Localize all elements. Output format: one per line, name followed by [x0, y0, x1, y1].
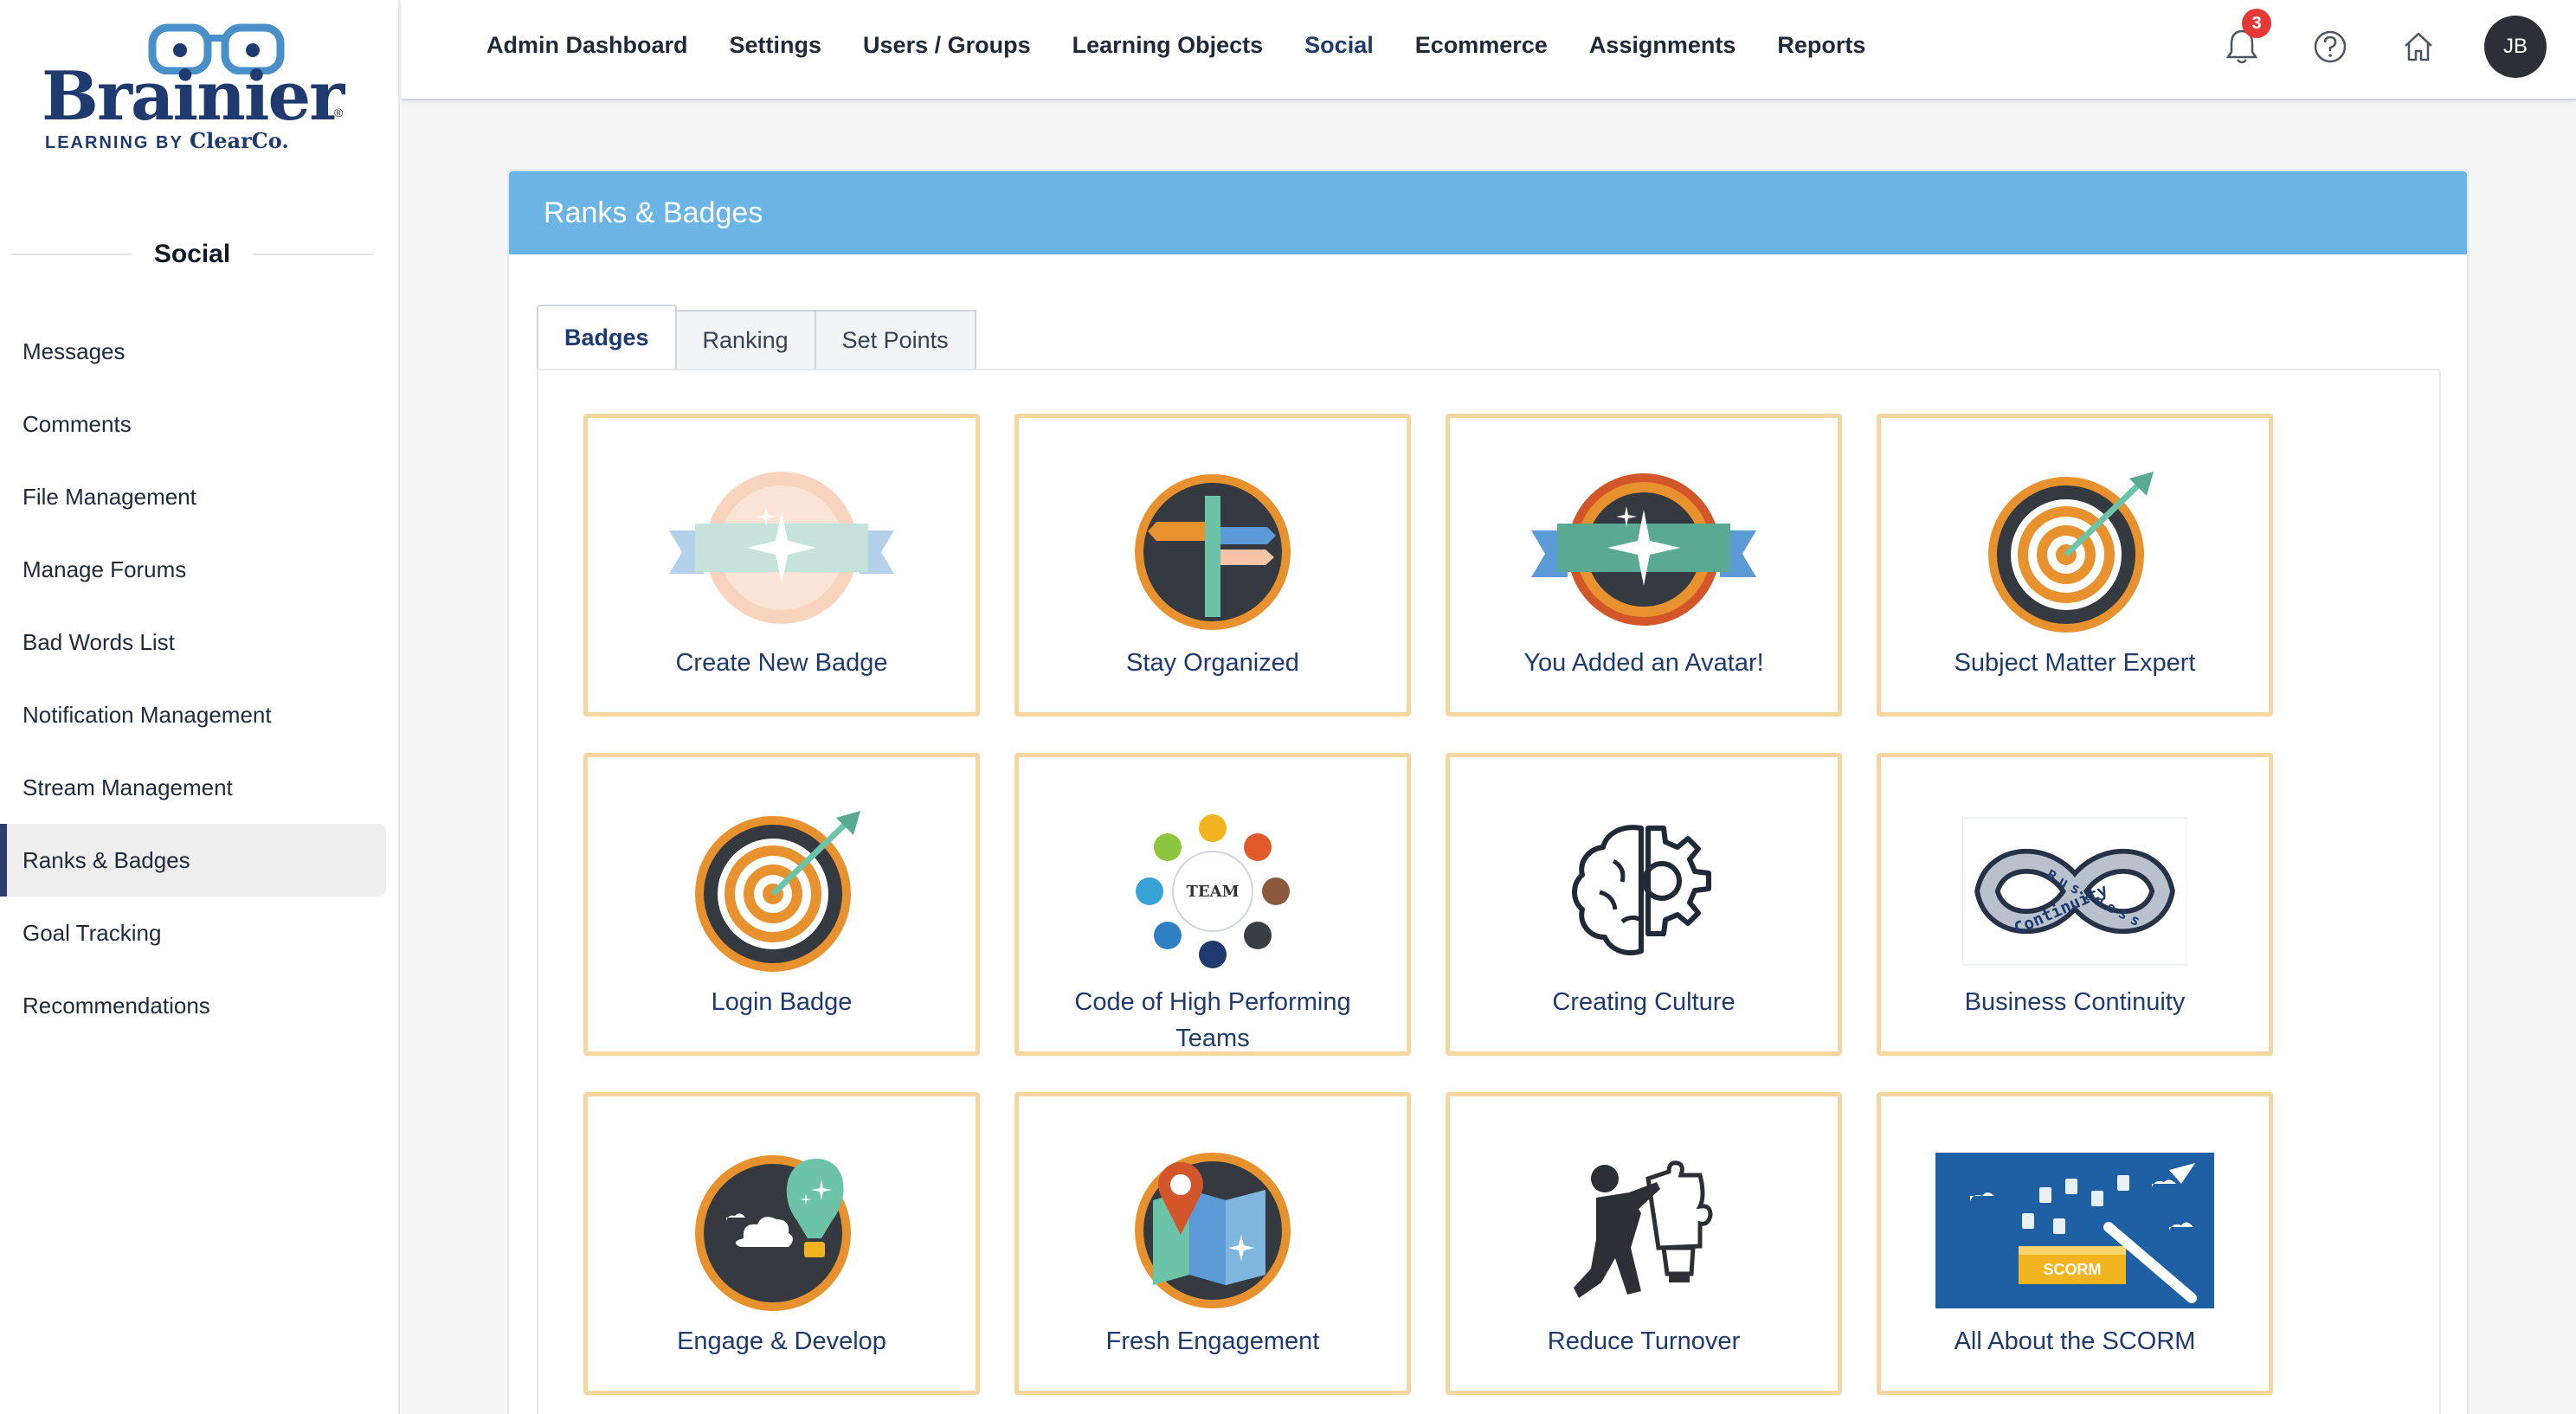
brand-name: Brainier [42, 57, 345, 136]
help-button[interactable] [2308, 24, 2353, 69]
target-arrow-icon [669, 809, 894, 974]
tab-set-points[interactable]: Set Points [815, 310, 976, 370]
signpost-icon [1100, 470, 1325, 634]
badge-label: Login Badge [711, 988, 853, 1016]
sidebar-item-recommendations[interactable]: Recommendations [0, 969, 386, 1042]
team-circle-icon: TEAM [1100, 809, 1325, 974]
scorm-icon: SCORM [1935, 1148, 2214, 1313]
sidebar-item-notification-management[interactable]: Notification Management [0, 678, 386, 751]
badge-card-all-about-the-scorm[interactable]: SCORM All About the SCORM [1877, 1092, 2273, 1395]
badge-label: Creating Culture [1552, 988, 1736, 1016]
sidebar-item-ranks-badges[interactable]: Ranks & Badges [0, 824, 386, 897]
brand-tagline: LEARNING BY ClearCo. [45, 128, 289, 153]
nav-ecommerce[interactable]: Ecommerce [1415, 32, 1548, 59]
balloon-icon [669, 1148, 894, 1313]
sidebar: Brainier ® LEARNING BY ClearCo. Social M… [0, 0, 400, 1414]
badge-label: Business Continuity [1964, 988, 2186, 1016]
badge-grid: Create New Badge Stay Organized You Adde… [583, 414, 2273, 1395]
badge-label: Create New Badge [675, 649, 888, 677]
sidebar-item-messages[interactable]: Messages [0, 315, 386, 388]
brain-gear-icon [1531, 809, 1756, 974]
map-pin-icon [1100, 1148, 1325, 1313]
home-button[interactable] [2396, 24, 2441, 69]
ranks-badges-panel: Ranks & Badges Badges Ranking Set Points [507, 170, 2469, 1414]
panel-title: Ranks & Badges [509, 171, 2467, 254]
top-bar: Admin Dashboard Settings Users / Groups … [402, 0, 2576, 100]
badge-label: Engage & Develop [677, 1327, 886, 1355]
badge-card-engage-develop[interactable]: Engage & Develop [583, 1092, 980, 1395]
tagline-text: LEARNING BY [45, 133, 184, 152]
sidebar-item-bad-words-list[interactable]: Bad Words List [0, 606, 386, 678]
badge-label: You Added an Avatar! [1523, 649, 1764, 677]
sidebar-heading-label: Social [153, 240, 231, 268]
notifications-button[interactable]: 3 [2219, 9, 2271, 69]
nav-assignments[interactable]: Assignments [1589, 32, 1736, 59]
puzzle-person-icon [1531, 1148, 1756, 1313]
tagline-brand: ClearCo. [189, 128, 289, 153]
target-arrow-icon [1962, 470, 2187, 634]
top-nav: Admin Dashboard Settings Users / Groups … [486, 0, 1865, 90]
sidebar-heading: Social [10, 235, 374, 273]
badge-card-stay-organized[interactable]: Stay Organized [1014, 414, 1411, 717]
badge-card-subject-matter-expert[interactable]: Subject Matter Expert [1877, 414, 2273, 717]
badge-label: Subject Matter Expert [1954, 649, 2196, 677]
divider [10, 254, 132, 255]
infinity-icon: Business Continuity [1962, 809, 2187, 974]
help-icon [2314, 30, 2347, 63]
brand-tm: ® [334, 106, 344, 119]
badge-label: All About the SCORM [1954, 1327, 2196, 1355]
team-word: TEAM [1186, 883, 1239, 901]
user-avatar[interactable]: JB [2484, 16, 2547, 78]
divider [253, 254, 374, 255]
top-icons: 3 JB [2219, 9, 2547, 78]
badge-card-reduce-turnover[interactable]: Reduce Turnover [1446, 1092, 1842, 1395]
sidebar-item-file-management[interactable]: File Management [0, 460, 386, 533]
sidebar-nav: Messages Comments File Management Manage… [0, 315, 398, 1042]
nav-admin-dashboard[interactable]: Admin Dashboard [486, 32, 688, 59]
badge-card-creating-culture[interactable]: Creating Culture [1446, 753, 1842, 1056]
sidebar-item-manage-forums[interactable]: Manage Forums [0, 533, 386, 606]
sparkle-banner-icon [669, 470, 894, 634]
badge-label: Stay Organized [1126, 649, 1299, 677]
badge-card-you-added-an-avatar[interactable]: You Added an Avatar! [1446, 414, 1842, 717]
badge-card-code-of-high-performing-teams[interactable]: TEAM Code of High Performing Teams [1014, 753, 1411, 1056]
tab-badges[interactable]: Badges [537, 305, 677, 370]
nav-users-groups[interactable]: Users / Groups [863, 32, 1031, 59]
badge-label: Code of High Performing Teams [1074, 988, 1351, 1052]
badge-label: Fresh Engagement [1105, 1327, 1320, 1355]
badge-card-business-continuity[interactable]: Business Continuity Business Continuity [1877, 753, 2273, 1056]
badge-card-fresh-engagement[interactable]: Fresh Engagement [1014, 1092, 1411, 1395]
nav-social[interactable]: Social [1304, 32, 1374, 59]
sparkle-banner-icon [1531, 470, 1756, 634]
sidebar-item-stream-management[interactable]: Stream Management [0, 751, 386, 824]
scorm-word: SCORM [2044, 1261, 2102, 1278]
nav-learning-objects[interactable]: Learning Objects [1072, 32, 1264, 59]
home-icon [2405, 32, 2432, 61]
badge-card-login-badge[interactable]: Login Badge [583, 753, 980, 1056]
nav-settings[interactable]: Settings [730, 32, 822, 59]
tab-ranking[interactable]: Ranking [676, 310, 816, 370]
sidebar-item-comments[interactable]: Comments [0, 388, 386, 460]
nav-reports[interactable]: Reports [1777, 32, 1865, 59]
badge-card-create-new-badge[interactable]: Create New Badge [583, 414, 980, 717]
brainier-logo[interactable]: Brainier ® LEARNING BY ClearCo. [42, 21, 353, 159]
badge-label: Reduce Turnover [1547, 1327, 1741, 1355]
sidebar-item-goal-tracking[interactable]: Goal Tracking [0, 897, 386, 969]
tab-bar: Badges Ranking Set Points [537, 305, 976, 370]
notification-count-badge: 3 [2242, 9, 2271, 38]
badges-tab-content: Create New Badge Stay Organized You Adde… [537, 369, 2441, 1414]
